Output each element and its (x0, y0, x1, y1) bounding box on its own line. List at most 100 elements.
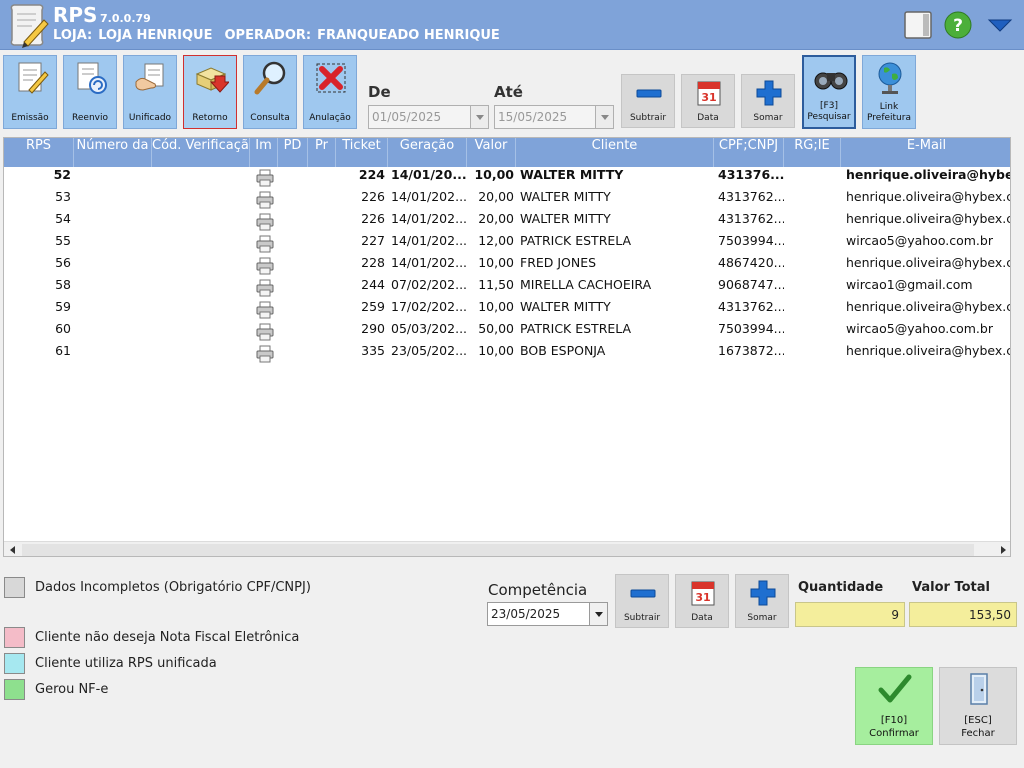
date-button[interactable]: 31 Data (681, 74, 735, 128)
reenvio-button[interactable]: Reenvio (63, 55, 117, 129)
competencia-label: Competência (488, 581, 588, 599)
binoculars-icon (814, 72, 848, 90)
cell-cpf: 4313762... (718, 299, 784, 314)
competencia-add-button[interactable]: Somar (735, 574, 789, 628)
cell-geracao: 23/05/202... (391, 343, 467, 358)
col-cpf-cnpj[interactable]: CPF;CNPJ (714, 138, 784, 167)
search-button[interactable]: [F3] Pesquisar (802, 55, 856, 129)
col-geracao[interactable]: Geração (388, 138, 467, 167)
competencia-subtract-button[interactable]: Subtrair (615, 574, 669, 628)
chevron-down-icon[interactable] (589, 603, 607, 625)
cell-geracao: 07/02/202... (391, 277, 467, 292)
cell-cliente: WALTER MITTY (520, 167, 624, 182)
legend-swatch-nfe (4, 679, 25, 700)
confirm-button[interactable]: [F10] Confirmar (855, 667, 933, 745)
col-valor[interactable]: Valor (467, 138, 516, 167)
table-row[interactable]: 55 227 14/01/202... 12,00 PATRICK ESTRELA 750… (4, 233, 1010, 255)
retorno-button[interactable]: Retorno (183, 55, 237, 129)
col-rps[interactable]: RPS (4, 138, 74, 167)
cell-ticket: 244 (361, 277, 385, 292)
scroll-thumb[interactable] (22, 544, 974, 556)
cell-rps: 61 (55, 343, 71, 358)
document-pen-icon (18, 62, 49, 94)
cell-ticket: 224 (358, 167, 385, 182)
cell-valor: 50,00 (478, 321, 514, 336)
printer-icon[interactable] (255, 190, 275, 210)
printer-icon[interactable] (255, 212, 275, 232)
dropdown-menu-icon[interactable] (985, 10, 1015, 40)
window-icon[interactable] (903, 10, 933, 40)
printer-icon[interactable] (255, 344, 275, 364)
cell-cpf: 7503994... (718, 233, 784, 248)
help-icon[interactable]: ? (943, 10, 973, 40)
legend-incomplete-label: Dados Incompletos (Obrigatório CPF/CNPJ) (35, 580, 311, 595)
cell-cliente: MIRELLA CACHOEIRA (520, 277, 652, 292)
search-label: [F3] Pesquisar (804, 101, 854, 123)
close-button[interactable]: [ESC] Fechar (939, 667, 1017, 745)
valor-total-value: 153,50 (909, 602, 1017, 627)
col-cliente[interactable]: Cliente (516, 138, 714, 167)
printer-icon[interactable] (255, 278, 275, 298)
app-version: 7.0.0.79 (100, 12, 151, 25)
cell-cliente: FRED JONES (520, 255, 597, 270)
printer-icon[interactable] (255, 168, 275, 188)
table-row[interactable]: 52 224 14/01/20... 10,00 WALTER MITTY 431376.… (4, 167, 1010, 189)
red-x-icon (316, 63, 346, 93)
cell-cpf: 9068747... (718, 277, 784, 292)
col-ticket[interactable]: Ticket (336, 138, 388, 167)
table-row[interactable]: 56 228 14/01/202... 10,00 FRED JONES 4867420.… (4, 255, 1010, 277)
cell-email: wircao5@yahoo.com.br (846, 321, 993, 336)
table-row[interactable]: 53 226 14/01/202... 20,00 WALTER MITTY 431376… (4, 189, 1011, 211)
add-button[interactable]: Somar (741, 74, 795, 128)
printer-icon[interactable] (255, 256, 275, 276)
close-label: [ESC] Fechar (940, 714, 1016, 740)
table-row[interactable]: 59 259 17/02/202... 10,00 WALTER MITTY 431376… (4, 299, 1010, 321)
legend-no-nfe-label: Cliente não deseja Nota Fiscal Eletrônic… (35, 630, 300, 645)
unificado-button[interactable]: Unificado (123, 55, 177, 129)
rps-table[interactable]: RPS Número da Cód. Verificação Im PD Pr … (3, 137, 1011, 557)
col-email[interactable]: E-Mail (841, 138, 1010, 167)
search-text: Pesquisar (807, 112, 851, 122)
date-from-field[interactable]: 01/05/2025 (368, 105, 489, 129)
col-cod-verificacao[interactable]: Cód. Verificação (152, 138, 250, 167)
confirm-shortcut: [F10] (880, 715, 908, 726)
horizontal-scrollbar[interactable] (4, 541, 1010, 556)
retorno-label: Retorno (192, 113, 228, 123)
table-row[interactable]: 54 226 14/01/202... 20,00 WALTER MITTY 431376… (4, 211, 1010, 233)
legend-unified-label: Cliente utiliza RPS unificada (35, 656, 217, 671)
chevron-down-icon[interactable] (470, 106, 488, 128)
col-im[interactable]: Im (250, 138, 278, 167)
unificado-label: Unificado (128, 113, 172, 123)
consulta-button[interactable]: Consulta (243, 55, 297, 129)
emissao-button[interactable]: Emissão (3, 55, 57, 129)
scroll-left-icon[interactable] (10, 546, 15, 554)
scroll-right-icon[interactable] (1001, 546, 1006, 554)
printer-icon[interactable] (255, 234, 275, 254)
col-pr[interactable]: Pr (308, 138, 336, 167)
col-pd[interactable]: PD (278, 138, 308, 167)
cell-email: henrique.oliveira@hybex.co (846, 189, 1011, 204)
competencia-field[interactable]: 23/05/2025 (487, 602, 608, 626)
competencia-date-button[interactable]: 31 Data (675, 574, 729, 628)
table-row[interactable]: 58 244 07/02/202... 11,50 MIRELLA CACHOEIRA 9… (4, 277, 1010, 299)
cell-valor: 10,00 (478, 299, 514, 314)
table-row[interactable]: 60 290 05/03/202... 50,00 PATRICK ESTRELA 750… (4, 321, 1010, 343)
printer-icon[interactable] (255, 300, 275, 320)
date-to-field[interactable]: 15/05/2025 (494, 105, 614, 129)
cell-cliente: BOB ESPONJA (520, 343, 606, 358)
col-rg-ie[interactable]: RG;IE (784, 138, 841, 167)
cell-email: henrique.oliveira@hybex.co (846, 343, 1011, 358)
cell-ticket: 290 (361, 321, 385, 336)
cell-geracao: 14/01/202... (391, 189, 467, 204)
legend-nfe-label: Gerou NF-e (35, 682, 109, 697)
printer-icon[interactable] (255, 322, 275, 342)
quantidade-value: 9 (795, 602, 905, 627)
col-numero[interactable]: Número da (74, 138, 152, 167)
subtract-button[interactable]: Subtrair (621, 74, 675, 128)
date-to-label: Até (494, 83, 523, 101)
chevron-down-icon[interactable] (595, 106, 613, 128)
table-row[interactable]: 61 335 23/05/202... 10,00 BOB ESPONJA 1673872… (4, 343, 1011, 365)
search-shortcut: [F3] (820, 101, 838, 111)
link-prefeitura-button[interactable]: Link Prefeitura (862, 55, 916, 129)
anulacao-button[interactable]: Anulação (303, 55, 357, 129)
